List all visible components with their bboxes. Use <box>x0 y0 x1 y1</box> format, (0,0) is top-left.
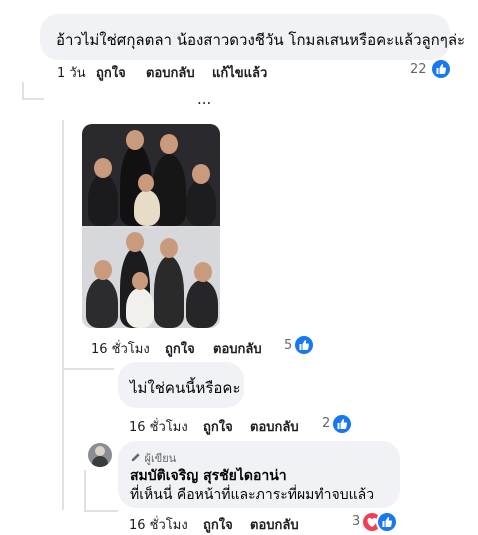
comment-meta: 16 ชั่วโมง ถูกใจ ตอบกลับ <box>0 512 478 535</box>
avatar[interactable] <box>88 443 112 467</box>
edited-label: แก้ไขแล้ว <box>212 66 268 81</box>
photo-bottom-half <box>82 228 220 328</box>
reply-action[interactable]: ตอบกลับ <box>250 416 299 437</box>
comment-text: อ้าวไม่ใช่ศกุลตลา น้องสาวดวงชีวัน โกมลเส… <box>56 31 466 49</box>
comment-time[interactable]: 16 ชั่วโมง <box>129 514 188 535</box>
reaction-count[interactable]: 2 <box>322 416 330 431</box>
comment-meta: 16 ชั่วโมง ถูกใจ ตอบกลับ <box>0 336 478 359</box>
thread-line <box>22 98 44 100</box>
photo-top-half <box>82 124 220 226</box>
thumbs-up-icon[interactable] <box>376 511 398 533</box>
reply-action[interactable]: ตอบกลับ <box>213 338 262 359</box>
thread-line <box>22 82 24 98</box>
like-action[interactable]: ถูกใจ <box>203 514 233 535</box>
reply-photo[interactable] <box>82 124 220 328</box>
reaction-count[interactable]: 5 <box>284 338 292 353</box>
comment-time[interactable]: 16 ชั่วโมง <box>129 416 188 437</box>
comment-bubble: ผู้เขียน สมบัติเจริญ สุรชัยไดอาน่า ที่เห… <box>118 441 400 508</box>
thread-line <box>84 470 86 510</box>
reply-action[interactable]: ตอบกลับ <box>146 62 195 83</box>
pencil-icon <box>131 453 140 462</box>
comment-time[interactable]: 16 ชั่วโมง <box>91 338 150 359</box>
comment-text: ไม่ใช่คนนี้หรือคะ <box>130 379 241 397</box>
comment-meta: 1 วัน ถูกใจ ตอบกลับ แก้ไขแล้ว <box>0 60 478 83</box>
thread-line <box>62 368 114 370</box>
author-badge-label: ผู้เขียน <box>144 452 177 465</box>
like-action[interactable]: ถูกใจ <box>96 62 126 83</box>
comment-bubble: อ้าวไม่ใช่ศกุลตลา น้องสาวดวงชีวัน โกมลเส… <box>40 14 465 60</box>
thumbs-up-icon[interactable] <box>430 58 452 80</box>
reply-action[interactable]: ตอบกลับ <box>250 514 299 535</box>
reaction-count[interactable]: 22 <box>410 62 427 77</box>
comment-bubble: ไม่ใช่คนนี้หรือคะ <box>118 362 244 408</box>
like-action[interactable]: ถูกใจ <box>203 416 233 437</box>
reaction-count[interactable]: 3 <box>352 514 360 529</box>
thread-line <box>62 120 64 510</box>
more-replies[interactable]: ... <box>197 90 211 108</box>
comment-meta: 16 ชั่วโมง ถูกใจ ตอบกลับ <box>0 414 478 437</box>
thumbs-up-icon[interactable] <box>331 413 353 435</box>
comment-text: ที่เห็นนี่ คือหน้าที่และภาระที่ผมทำจบแล้… <box>130 487 375 503</box>
comment-time[interactable]: 1 วัน <box>57 62 86 83</box>
like-action[interactable]: ถูกใจ <box>165 338 195 359</box>
thumbs-up-icon[interactable] <box>293 334 315 356</box>
